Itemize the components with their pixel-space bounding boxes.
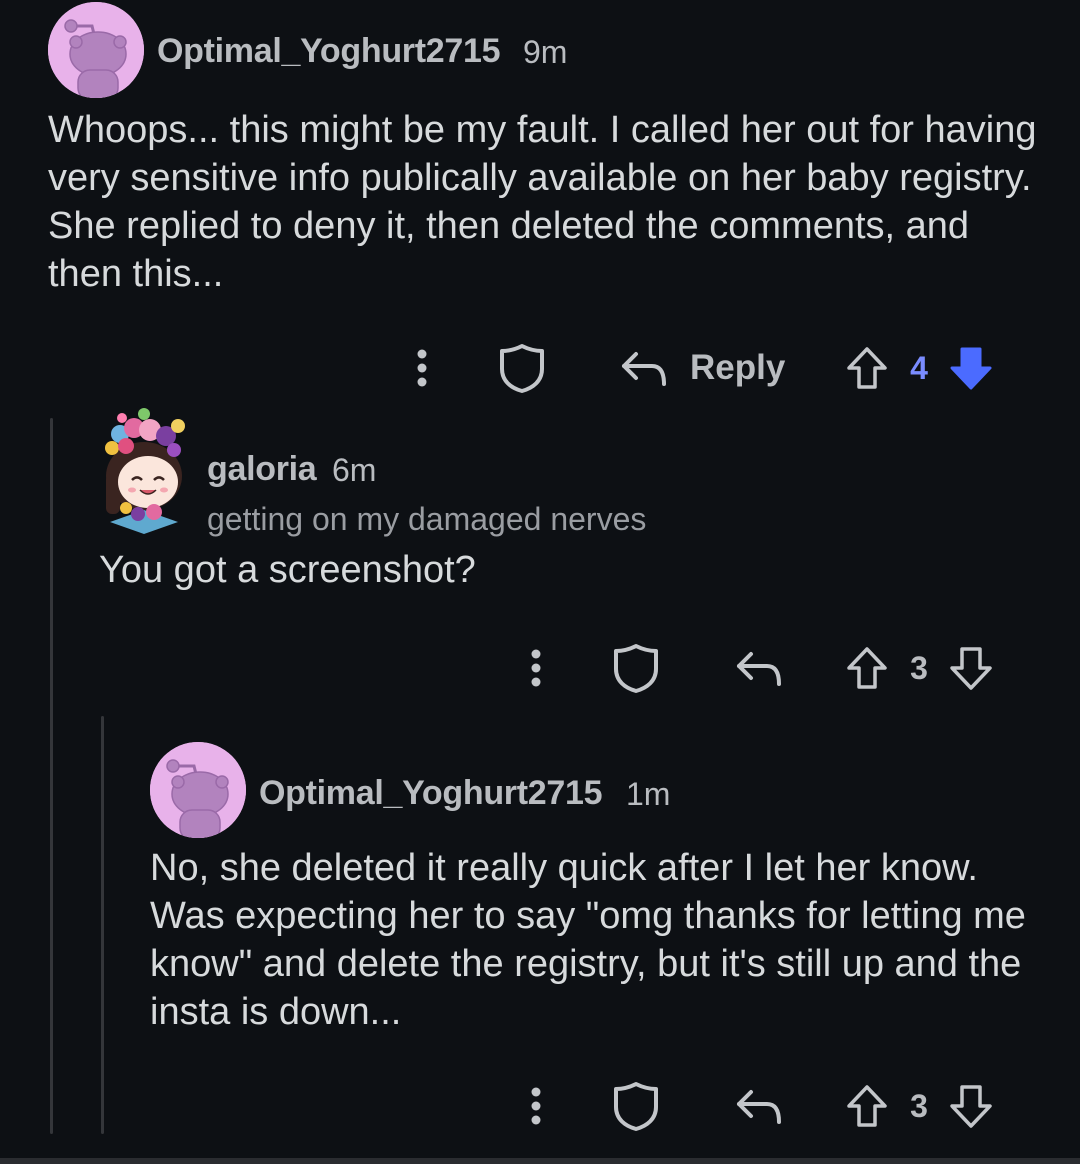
reply-arrow-icon <box>737 652 781 686</box>
vote-score: 3 <box>910 649 928 686</box>
downvote-arrow-icon <box>950 347 992 390</box>
username[interactable]: galoria <box>207 450 317 489</box>
reply-button[interactable]: Reply <box>620 338 790 398</box>
comment-actions: 3 <box>0 1076 1080 1136</box>
more-options-button[interactable] <box>516 1076 556 1136</box>
username[interactable]: Optimal_Yoghurt2715 <box>259 774 603 813</box>
bottom-divider <box>0 1158 1080 1164</box>
award-button[interactable] <box>606 638 666 698</box>
upvote-arrow-icon <box>847 347 887 389</box>
reply-arrow-icon <box>622 352 666 386</box>
comment-body: No, she deleted it really quick after I … <box>150 847 1026 1033</box>
flower-crown-avatar-icon <box>105 408 185 534</box>
timestamp: 9m <box>523 34 568 70</box>
snoo-icon <box>48 2 144 98</box>
thread-line-level-2[interactable] <box>101 716 104 1134</box>
more-vertical-icon <box>417 349 427 387</box>
comment-actions: Reply 4 <box>0 338 1080 398</box>
downvote-button[interactable] <box>946 638 996 698</box>
shield-icon <box>500 344 544 393</box>
comment-actions: 3 <box>0 638 1080 698</box>
shield-icon <box>614 1082 658 1131</box>
avatar[interactable] <box>98 404 190 536</box>
timestamp: 1m <box>626 776 671 812</box>
shield-icon <box>614 644 658 693</box>
comment-body: You got a screenshot? <box>99 549 476 591</box>
thread-line-level-1[interactable] <box>50 418 53 1134</box>
user-flair: getting on my damaged nerves <box>207 501 647 537</box>
more-vertical-icon <box>531 1087 541 1125</box>
downvote-arrow-icon <box>950 1085 992 1128</box>
downvote-button[interactable] <box>946 338 996 398</box>
upvote-button[interactable] <box>842 338 892 398</box>
upvote-arrow-icon <box>847 647 887 689</box>
reply-arrow-icon <box>737 1090 781 1124</box>
comment-body: Whoops... this might be my fault. I call… <box>48 109 1037 295</box>
downvote-arrow-icon <box>950 647 992 690</box>
upvote-arrow-icon <box>847 1085 887 1127</box>
reply-button[interactable] <box>732 638 786 698</box>
vote-score: 4 <box>910 349 928 386</box>
downvote-button[interactable] <box>946 1076 996 1136</box>
reply-button[interactable] <box>732 1076 786 1136</box>
username[interactable]: Optimal_Yoghurt2715 <box>157 32 501 71</box>
more-vertical-icon <box>531 649 541 687</box>
more-options-button[interactable] <box>516 638 556 698</box>
snoo-icon <box>150 742 246 838</box>
timestamp: 6m <box>332 452 377 488</box>
upvote-button[interactable] <box>842 638 892 698</box>
reply-label: Reply <box>690 348 786 387</box>
more-options-button[interactable] <box>402 338 442 398</box>
upvote-button[interactable] <box>842 1076 892 1136</box>
vote-score: 3 <box>910 1087 928 1124</box>
avatar[interactable] <box>150 742 246 838</box>
award-button[interactable] <box>606 1076 666 1136</box>
avatar[interactable] <box>48 2 144 98</box>
award-button[interactable] <box>492 338 552 398</box>
